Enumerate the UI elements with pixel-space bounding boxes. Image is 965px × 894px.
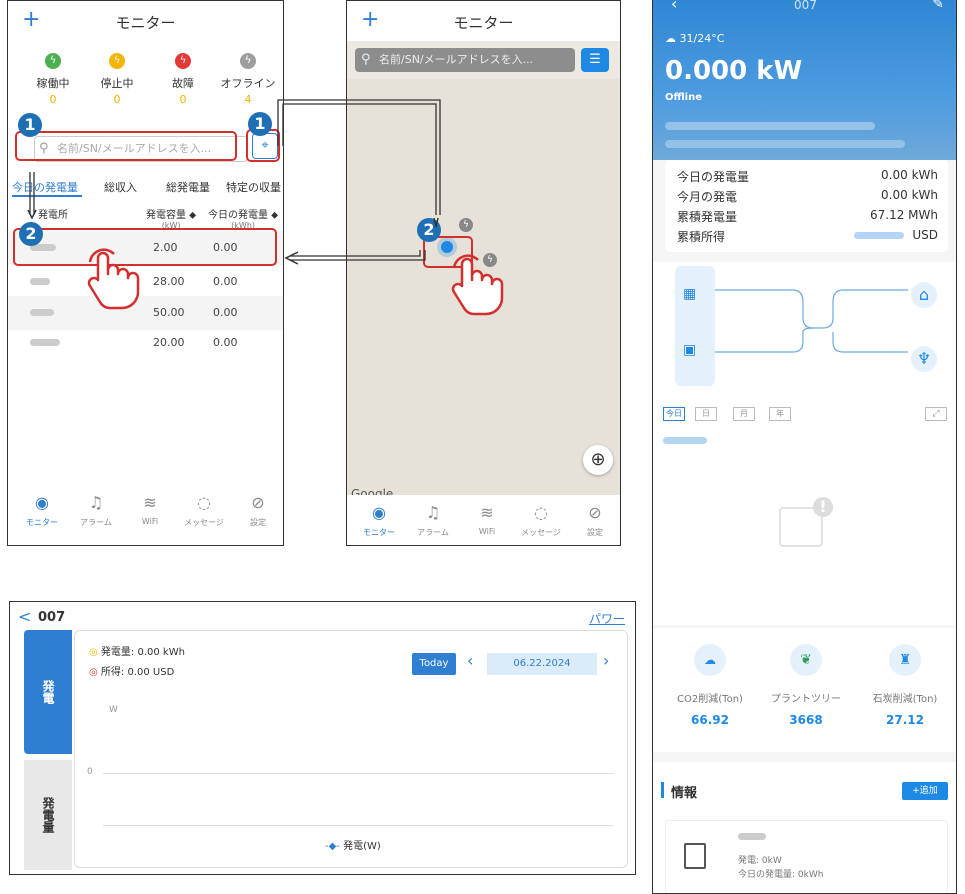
add-device-button[interactable]: +追加 — [902, 782, 948, 800]
stat-label: 累積所得 — [677, 230, 726, 244]
stat-label: 今月の発電 — [677, 190, 738, 204]
env-item-co2: ☁ CO2削減(Ton) 66.92 — [665, 644, 755, 727]
stat-value: 0.00 kWh — [881, 188, 938, 202]
period-tab-day[interactable]: 日 — [695, 407, 717, 421]
period-tab-today[interactable]: 今日 — [663, 407, 685, 421]
y-axis-zero: 0 — [87, 767, 93, 777]
gen-label: 発電量: 0.00 kWh — [100, 647, 185, 658]
page-title: 007 — [794, 0, 817, 12]
device-name-blurred — [738, 833, 766, 840]
edit-icon[interactable]: ✎ — [932, 0, 944, 12]
stat-row: 今月の発電 0.00 kWh — [677, 188, 938, 205]
period-tab-month[interactable]: 月 — [733, 407, 755, 421]
stat-value: 0.00 kWh — [881, 168, 938, 182]
device-today: 今日の発電量: 0kWh — [738, 870, 824, 880]
date-field[interactable]: 06.22.2024 — [487, 653, 597, 675]
sprout-icon: ❦ — [790, 644, 822, 676]
factory-icon: ♜ — [889, 644, 921, 676]
power-tab[interactable]: パワー — [589, 610, 625, 627]
flow-lines — [715, 289, 908, 353]
yen-icon: ◎ — [89, 667, 98, 678]
info-title: 情報 — [671, 786, 698, 801]
flow-diagram: ▦ ▣ ⌂ ♆ — [653, 262, 956, 397]
gridline — [103, 773, 613, 774]
y-axis-unit: W — [109, 705, 118, 715]
next-date-button[interactable]: › — [603, 651, 609, 670]
chart-section: 今日 日 月 年 ⤢ ! — [653, 397, 956, 625]
env-label: プラントツリー — [771, 694, 841, 705]
income-label: 所得: 0.00 USD — [100, 667, 175, 678]
generation-summary: ◎ 発電量: 0.00 kWh — [89, 643, 185, 658]
status-text: Offline — [665, 92, 702, 103]
current-power: 0.000 kW — [665, 56, 803, 86]
device-power: 発電: 0kW — [738, 856, 782, 866]
env-item-trees: ❦ プラントツリー 3668 — [761, 644, 851, 727]
hero: ‹ 007 ✎ ☁ 31/24°C 0.000 kW Offline — [653, 0, 956, 160]
legend-marker: -◆- — [325, 841, 340, 852]
legend: -◆- 発電(W) — [325, 837, 381, 852]
env-value: 66.92 — [691, 713, 729, 727]
alert-icon: ! — [813, 497, 833, 517]
env-value: 3668 — [789, 713, 823, 727]
side-tab-energy[interactable]: 発電量 — [24, 760, 72, 870]
info-section: 情報 +追加 発電: 0kW 今日の発電量: 0kWh — [653, 762, 956, 893]
tap-hand-icon — [87, 248, 140, 310]
side-tab-generation[interactable]: 発電 — [24, 630, 72, 754]
stat-row: 累積所得 USD — [677, 228, 938, 245]
stat-row: 累積発電量 67.12 MWh — [677, 208, 938, 225]
gridline — [103, 825, 613, 826]
inverter-icon — [684, 843, 706, 869]
back-button[interactable]: < — [18, 607, 31, 626]
stat-value: 67.12 MWh — [870, 208, 938, 222]
address-blurred — [665, 140, 905, 148]
weather: ☁ 31/24°C — [665, 32, 724, 45]
prev-date-button[interactable]: ‹ — [467, 651, 473, 670]
plant-title: 007 — [38, 610, 66, 625]
lightning-icon: ◎ — [89, 647, 98, 658]
stat-label: 今日の発電量 — [677, 170, 750, 184]
today-button[interactable]: Today — [412, 653, 456, 675]
tap-hand-icon — [451, 254, 504, 316]
info-bar — [661, 782, 664, 798]
cloud-co2-icon: ☁ — [694, 644, 726, 676]
env-label: 石炭削減(Ton) — [872, 694, 938, 705]
period-tab-year[interactable]: 年 — [769, 407, 791, 421]
env-value: 27.12 — [886, 713, 924, 727]
panel-plant-chart: < 007 パワー 発電 発電量 ◎ 発電量: 0.00 kWh ◎ 所得: 0… — [9, 601, 636, 875]
fullscreen-button[interactable]: ⤢ — [925, 407, 947, 421]
income-summary: ◎ 所得: 0.00 USD — [89, 663, 174, 678]
stat-label: 累積発電量 — [677, 210, 738, 224]
env-section: ☁ CO2削減(Ton) 66.92 ❦ プラントツリー 3668 ♜ 石炭削減… — [653, 628, 956, 752]
date-blurred — [663, 437, 707, 444]
stats-card: 今日の発電量 0.00 kWh 今月の発電 0.00 kWh 累積発電量 67.12 … — [665, 160, 948, 252]
side-tab-label: 発電 — [41, 680, 55, 704]
stat-row: 今日の発電量 0.00 kWh — [677, 168, 938, 185]
env-label: CO2削減(Ton) — [677, 694, 743, 705]
env-item-coal: ♜ 石炭削減(Ton) 27.12 — [857, 644, 953, 727]
device-card[interactable]: 発電: 0kW 今日の発電量: 0kWh — [665, 820, 948, 893]
panel-plant-detail: ‹ 007 ✎ ☁ 31/24°C 0.000 kW Offline 今日の発電… — [652, 0, 957, 894]
side-tab-label: 発電量 — [41, 797, 55, 833]
income-blurred — [854, 232, 904, 239]
weather-label: 31/24°C — [679, 32, 725, 45]
stat-value: USD — [912, 228, 938, 242]
date-row-blurred — [665, 122, 875, 130]
chart-card: ◎ 発電量: 0.00 kWh ◎ 所得: 0.00 USD Today ‹ 0… — [74, 630, 628, 868]
legend-label: 発電(W) — [343, 841, 381, 852]
cloud-icon: ☁ — [665, 32, 676, 45]
